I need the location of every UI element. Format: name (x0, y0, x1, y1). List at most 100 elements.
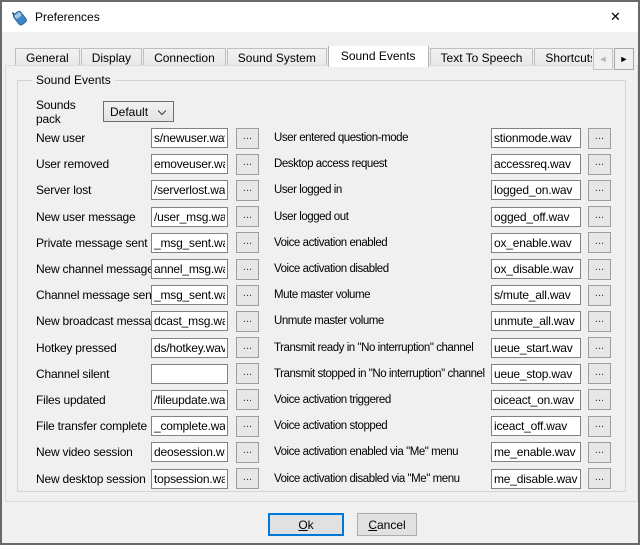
sound-file-input[interactable] (151, 259, 228, 279)
sound-file-input[interactable] (491, 259, 581, 279)
sound-file-input[interactable] (151, 233, 228, 253)
sound-file-input[interactable] (491, 364, 581, 384)
chevron-down-icon (158, 107, 166, 115)
event-label: New user message (36, 210, 151, 224)
event-label: Transmit stopped in "No interruption" ch… (274, 368, 491, 380)
browse-button[interactable]: ... (236, 154, 259, 175)
event-label: Voice activation enabled (274, 237, 491, 249)
sound-file-input[interactable] (151, 207, 228, 227)
browse-button[interactable]: ... (588, 154, 611, 175)
sound-file-input[interactable] (151, 285, 228, 305)
browse-button[interactable]: ... (588, 389, 611, 410)
row-user-removed: User removed ... Desktop access request … (36, 151, 611, 177)
event-label: Files updated (36, 393, 151, 407)
browse-button[interactable]: ... (236, 416, 259, 437)
row-new-video-session: New video session ... Voice activation e… (36, 439, 611, 465)
window-title: Preferences (35, 10, 100, 24)
browse-button[interactable]: ... (588, 363, 611, 384)
sound-file-input[interactable] (491, 233, 581, 253)
browse-button[interactable]: ... (588, 232, 611, 253)
event-label: Voice activation disabled (274, 263, 491, 275)
sound-file-input[interactable] (491, 390, 581, 410)
browse-button[interactable]: ... (236, 206, 259, 227)
sound-file-input[interactable] (151, 469, 228, 489)
event-label: Voice activation stopped (274, 420, 491, 432)
close-button[interactable]: ✕ (593, 2, 638, 31)
sound-file-input[interactable] (491, 285, 581, 305)
sound-file-input[interactable] (491, 469, 581, 489)
event-label: Desktop access request (274, 158, 491, 170)
sound-file-input[interactable] (151, 416, 228, 436)
event-label: Unmute master volume (274, 315, 491, 327)
event-label: Voice activation enabled via "Me" menu (274, 446, 491, 458)
event-label: New broadcast message (36, 314, 151, 328)
browse-button[interactable]: ... (236, 468, 259, 489)
sound-file-input[interactable] (151, 390, 228, 410)
sound-file-input[interactable] (491, 207, 581, 227)
browse-button[interactable]: ... (588, 337, 611, 358)
event-label: Transmit ready in "No interruption" chan… (274, 342, 491, 354)
sound-file-input[interactable] (151, 154, 228, 174)
browse-button[interactable]: ... (588, 180, 611, 201)
event-label: Voice activation disabled via "Me" menu (274, 473, 491, 485)
event-label: New channel message (36, 262, 151, 276)
cancel-button[interactable]: Cancel (357, 513, 417, 536)
sound-file-input[interactable] (491, 128, 581, 148)
tab-strip: General Display Connection Sound System … (15, 46, 592, 67)
browse-button[interactable]: ... (588, 468, 611, 489)
tab-scroll-right-icon[interactable]: ► (614, 48, 634, 70)
browse-button[interactable]: ... (236, 389, 259, 410)
row-files-updated: Files updated ... Voice activation trigg… (36, 387, 611, 413)
event-label: User removed (36, 157, 151, 171)
row-new-channel-message: New channel message ... Voice activation… (36, 256, 611, 282)
event-label: Mute master volume (274, 289, 491, 301)
event-label: New user (36, 131, 151, 145)
row-new-desktop-session: New desktop session ... Voice activation… (36, 465, 611, 491)
sound-file-input[interactable] (491, 442, 581, 462)
browse-button[interactable]: ... (588, 442, 611, 463)
event-label: Hotkey pressed (36, 341, 151, 355)
browse-button[interactable]: ... (588, 285, 611, 306)
sound-file-input[interactable] (491, 180, 581, 200)
row-channel-silent: Channel silent ... Transmit stopped in "… (36, 361, 611, 387)
browse-button[interactable]: ... (236, 311, 259, 332)
event-label: New video session (36, 445, 151, 459)
browse-button[interactable]: ... (588, 128, 611, 149)
row-file-transfer-complete: File transfer complete ... Voice activat… (36, 413, 611, 439)
preferences-dialog: Preferences ✕ General Display Connection… (0, 0, 640, 545)
cancel-button-accel: C (368, 518, 377, 532)
sound-file-input[interactable] (491, 154, 581, 174)
browse-button[interactable]: ... (236, 232, 259, 253)
browse-button[interactable]: ... (588, 311, 611, 332)
sound-file-input[interactable] (151, 180, 228, 200)
browse-button[interactable]: ... (236, 337, 259, 358)
row-new-user-message: New user message ... User logged out ... (36, 204, 611, 230)
event-label: Channel silent (36, 367, 151, 381)
sound-file-input[interactable] (491, 416, 581, 436)
sound-file-input[interactable] (151, 442, 228, 462)
sound-file-input[interactable] (151, 311, 228, 331)
tab-scroll-left-icon[interactable]: ◄ (593, 48, 613, 70)
sound-file-input[interactable] (151, 364, 228, 384)
ok-button-rest: k (308, 518, 314, 532)
sounds-pack-select[interactable]: Default (103, 101, 174, 122)
browse-button[interactable]: ... (236, 180, 259, 201)
row-private-message-sent: Private message sent ... Voice activatio… (36, 230, 611, 256)
sound-event-rows: New user ... User entered question-mode … (36, 125, 611, 492)
browse-button[interactable]: ... (236, 442, 259, 463)
sound-file-input[interactable] (491, 338, 581, 358)
sound-file-input[interactable] (491, 311, 581, 331)
browse-button[interactable]: ... (588, 259, 611, 280)
browse-button[interactable]: ... (236, 285, 259, 306)
browse-button[interactable]: ... (588, 416, 611, 437)
browse-button[interactable]: ... (588, 206, 611, 227)
cancel-button-rest: ancel (377, 518, 406, 532)
sound-file-input[interactable] (151, 338, 228, 358)
browse-button[interactable]: ... (236, 363, 259, 384)
browse-button[interactable]: ... (236, 128, 259, 149)
ok-button[interactable]: Ok (268, 513, 344, 536)
sound-file-input[interactable] (151, 128, 228, 148)
browse-button[interactable]: ... (236, 259, 259, 280)
event-label: Server lost (36, 183, 151, 197)
tab-sound-events[interactable]: Sound Events (328, 46, 429, 67)
